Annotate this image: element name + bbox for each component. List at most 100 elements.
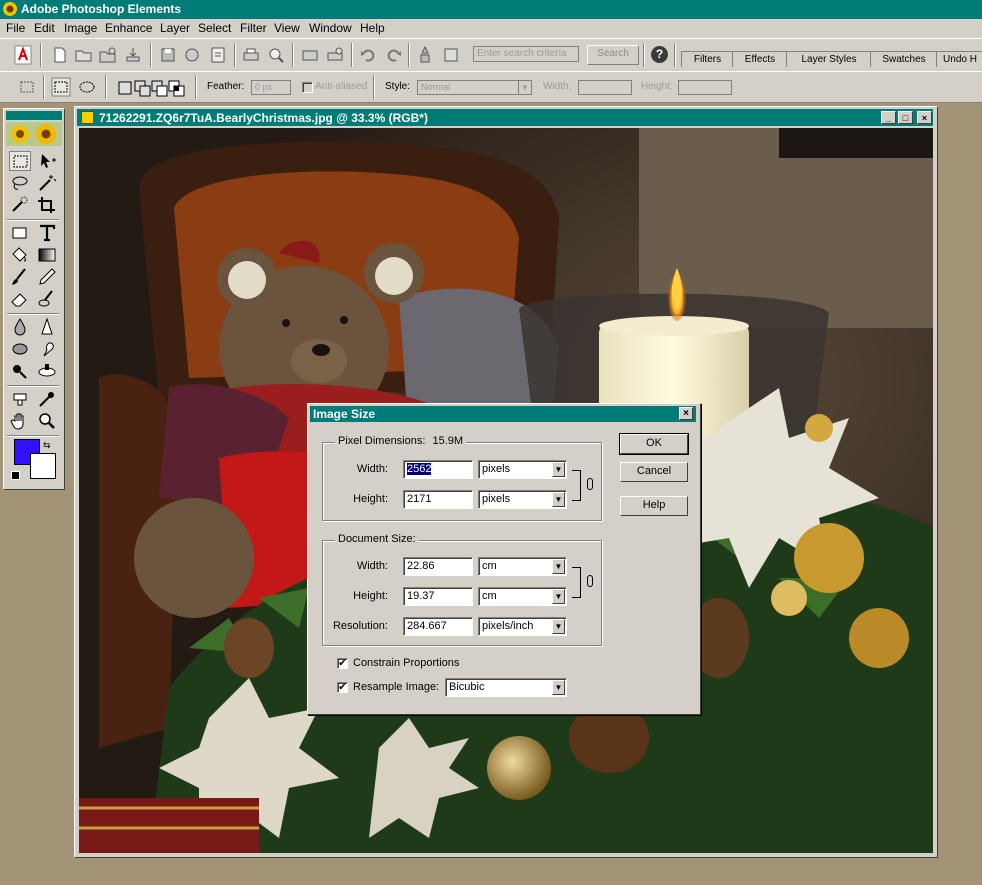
tab-layer-styles[interactable]: Layer Styles: [786, 51, 872, 67]
menu-layer[interactable]: Layer: [160, 21, 190, 35]
close-button[interactable]: ×: [917, 111, 932, 124]
document-width-unit-select[interactable]: cm ▼: [478, 557, 567, 576]
search-button[interactable]: Search: [587, 45, 639, 65]
tab-effects[interactable]: Effects: [732, 51, 788, 67]
swap-colors-icon[interactable]: ⇆: [43, 440, 51, 451]
crop-tool-icon[interactable]: [36, 195, 58, 215]
online-services-icon[interactable]: [300, 45, 320, 65]
default-colors-icon[interactable]: [11, 471, 20, 480]
move-tool-icon[interactable]: [36, 151, 58, 171]
eraser-tool-icon[interactable]: [9, 289, 31, 309]
paint-bucket-tool-icon[interactable]: [9, 245, 31, 265]
anti-aliased-checkbox[interactable]: [302, 82, 313, 93]
subtract-selection-icon[interactable]: [150, 78, 168, 98]
height-input[interactable]: [678, 80, 732, 95]
rectangular-marquee-tool-icon[interactable]: [9, 151, 31, 171]
pixel-height-unit-select[interactable]: pixels ▼: [478, 490, 567, 509]
toolbox-header[interactable]: [6, 111, 62, 120]
quick-fix-icon[interactable]: [415, 45, 435, 65]
gradient-tool-icon[interactable]: [36, 245, 58, 265]
save-for-web-icon[interactable]: [182, 45, 202, 65]
attach-email-icon[interactable]: [208, 45, 228, 65]
menu-filter[interactable]: Filter: [240, 21, 267, 35]
resample-image-checkbox[interactable]: ✔: [337, 682, 348, 693]
pixel-width-input[interactable]: 2562: [403, 460, 473, 479]
document-size-heading: Document Size:: [335, 533, 419, 545]
lasso-tool-icon[interactable]: [9, 173, 31, 193]
cancel-button[interactable]: Cancel: [620, 462, 688, 482]
resolution-input[interactable]: 284.667: [403, 617, 473, 636]
document-height-input[interactable]: 19.37: [403, 587, 473, 606]
hand-tool-icon[interactable]: [9, 411, 31, 431]
sponge-tool-icon[interactable]: [9, 339, 31, 359]
dialog-title: Image Size: [313, 407, 376, 421]
red-eye-brush-tool-icon[interactable]: [36, 289, 58, 309]
new-selection-icon[interactable]: [116, 78, 132, 98]
height-label: Height:: [641, 81, 673, 92]
step-backward-icon[interactable]: [358, 45, 378, 65]
print-preview-icon[interactable]: [266, 45, 286, 65]
dodge-tool-icon[interactable]: [9, 361, 31, 381]
import-icon[interactable]: [123, 45, 143, 65]
sharpen-tool-icon[interactable]: [36, 317, 58, 337]
document-width-input[interactable]: 22.86: [403, 557, 473, 576]
dialog-close-button[interactable]: ×: [679, 407, 693, 420]
smudge-tool-icon[interactable]: [36, 339, 58, 359]
search-input[interactable]: Enter search criteria: [473, 46, 579, 62]
menu-help[interactable]: Help: [360, 21, 385, 35]
resample-method-select[interactable]: Bicubic ▼: [445, 678, 567, 697]
intersect-selection-icon[interactable]: [167, 78, 185, 98]
style-select[interactable]: Normal ▼: [417, 80, 532, 95]
help-icon[interactable]: ?: [651, 46, 668, 63]
width-input[interactable]: [578, 80, 632, 95]
magic-wand-tool-icon[interactable]: [36, 173, 58, 193]
print-icon[interactable]: [241, 45, 261, 65]
custom-shape-tool-icon[interactable]: [9, 389, 31, 409]
add-selection-icon[interactable]: [133, 78, 151, 98]
browse-icon[interactable]: [98, 45, 118, 65]
feather-input[interactable]: 0 px: [251, 80, 291, 95]
rectangular-marquee-option-icon[interactable]: [51, 77, 71, 97]
background-color-swatch[interactable]: [30, 453, 56, 479]
menu-view[interactable]: View: [274, 21, 300, 35]
menu-edit[interactable]: Edit: [34, 21, 55, 35]
open-folder-icon[interactable]: [74, 45, 94, 65]
type-tool-icon[interactable]: [36, 223, 58, 243]
constrain-proportions-checkbox[interactable]: ✔: [337, 658, 348, 669]
save-icon[interactable]: [158, 45, 178, 65]
tab-filters[interactable]: Filters: [681, 51, 734, 67]
pixel-height-input[interactable]: 2171: [403, 490, 473, 509]
tab-undo-history[interactable]: Undo H: [936, 51, 982, 67]
marquee-preset-icon[interactable]: [17, 77, 37, 97]
tab-swatches[interactable]: Swatches: [870, 51, 938, 67]
selection-brush-tool-icon[interactable]: [9, 195, 31, 215]
document-height-unit-select[interactable]: cm ▼: [478, 587, 567, 606]
eyedropper-tool-icon[interactable]: [36, 389, 58, 409]
menu-select[interactable]: Select: [198, 21, 231, 35]
elliptical-marquee-option-icon[interactable]: [77, 77, 97, 97]
help-button[interactable]: Help: [620, 496, 688, 516]
clone-stamp-tool-icon[interactable]: [36, 361, 58, 381]
menu-image[interactable]: Image: [64, 21, 97, 35]
brush-tool-icon[interactable]: [9, 267, 31, 287]
dialog-title-bar[interactable]: Image Size ×: [310, 406, 696, 422]
pixel-height-label: Height:: [353, 493, 388, 505]
pencil-tool-icon[interactable]: [36, 267, 58, 287]
zoom-tool-icon[interactable]: [36, 411, 58, 431]
menu-file[interactable]: File: [6, 21, 25, 35]
ok-button[interactable]: OK: [619, 433, 689, 455]
document-title-bar[interactable]: 71262291.ZQ6r7TuA.BearlyChristmas.jpg @ …: [77, 109, 933, 126]
maximize-button[interactable]: □: [898, 111, 913, 124]
blur-tool-icon[interactable]: [9, 317, 31, 337]
fill-flash-icon[interactable]: [441, 45, 461, 65]
resolution-unit-select[interactable]: pixels/inch ▼: [478, 617, 567, 636]
print-online-icon[interactable]: [325, 45, 345, 65]
shortcuts-bar: Enter search criteria Search ? Filters E…: [0, 38, 982, 72]
pixel-width-unit-select[interactable]: pixels ▼: [478, 460, 567, 479]
step-forward-icon[interactable]: [384, 45, 404, 65]
minimize-button[interactable]: _: [881, 111, 896, 124]
shape-tool-icon[interactable]: [9, 223, 31, 243]
new-file-icon[interactable]: [50, 45, 70, 65]
menu-window[interactable]: Window: [309, 21, 352, 35]
menu-enhance[interactable]: Enhance: [105, 21, 152, 35]
